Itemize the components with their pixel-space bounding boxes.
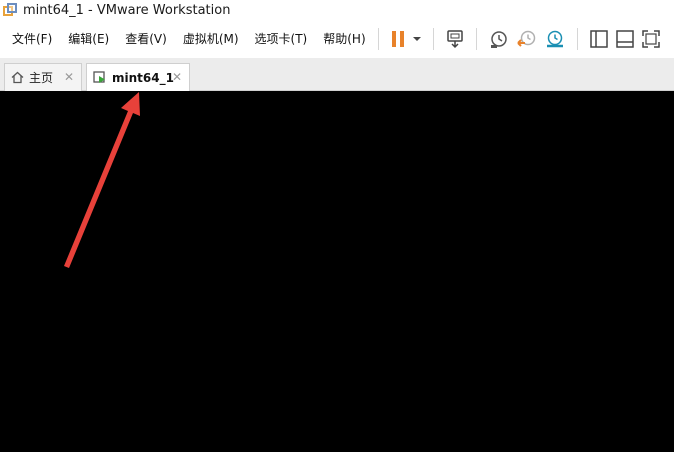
- tab-home-label: 主页: [29, 71, 54, 85]
- window-title: mint64_1 - VMware Workstation: [23, 2, 231, 18]
- tab-mint64-1[interactable]: mint64_1 ✕: [86, 63, 190, 92]
- tab-bar: 主页 ✕ mint64_1 ✕: [0, 58, 674, 92]
- snapshot-manager-button[interactable]: [544, 26, 566, 52]
- menu-toolbar: 文件(F) 编辑(E) 查看(V) 虚拟机(M) 选项卡(T) 帮助(H): [0, 20, 674, 58]
- menu-file[interactable]: 文件(F): [12, 31, 52, 47]
- pause-icon: [391, 31, 404, 47]
- fullscreen-icon: [641, 30, 660, 48]
- tab-mint64-1-label: mint64_1: [112, 71, 174, 85]
- toolbar-separator: [377, 28, 379, 50]
- library-view-button[interactable]: [589, 26, 609, 52]
- menu-help[interactable]: 帮助(H): [323, 31, 365, 47]
- vmware-logo-icon: [3, 3, 17, 17]
- menu-edit[interactable]: 编辑(E): [68, 31, 109, 47]
- title-bar: mint64_1 - VMware Workstation: [0, 0, 674, 20]
- vm-console[interactable]: [0, 91, 674, 452]
- tab-home[interactable]: 主页 ✕: [4, 63, 82, 91]
- console-view-button[interactable]: [615, 26, 635, 52]
- close-icon[interactable]: ✕: [64, 70, 74, 84]
- menu-vm[interactable]: 虚拟机(M): [183, 31, 239, 47]
- menu-tabs[interactable]: 选项卡(T): [255, 31, 308, 47]
- vm-running-icon: [93, 71, 105, 83]
- chevron-down-icon: [412, 37, 421, 41]
- console-view-icon: [615, 30, 634, 48]
- library-view-icon: [589, 30, 608, 48]
- revert-snapshot-icon: [516, 30, 535, 47]
- snapshot-icon: [490, 31, 507, 48]
- pause-button[interactable]: [390, 26, 406, 52]
- menu-view[interactable]: 查看(V): [125, 31, 167, 47]
- send-ctrl-alt-del-icon: [446, 30, 463, 49]
- toolbar-separator: [432, 28, 434, 50]
- fullscreen-button[interactable]: [641, 26, 661, 52]
- send-ctrl-alt-del-button[interactable]: [445, 26, 465, 52]
- toolbar-separator: [475, 28, 477, 50]
- take-snapshot-button[interactable]: [488, 26, 510, 52]
- close-icon[interactable]: ✕: [172, 70, 182, 84]
- snapshot-manager-icon: [546, 30, 563, 48]
- home-icon: [11, 71, 24, 84]
- toolbar-separator: [576, 28, 578, 50]
- revert-snapshot-button[interactable]: [516, 26, 538, 52]
- power-dropdown-button[interactable]: [412, 26, 422, 52]
